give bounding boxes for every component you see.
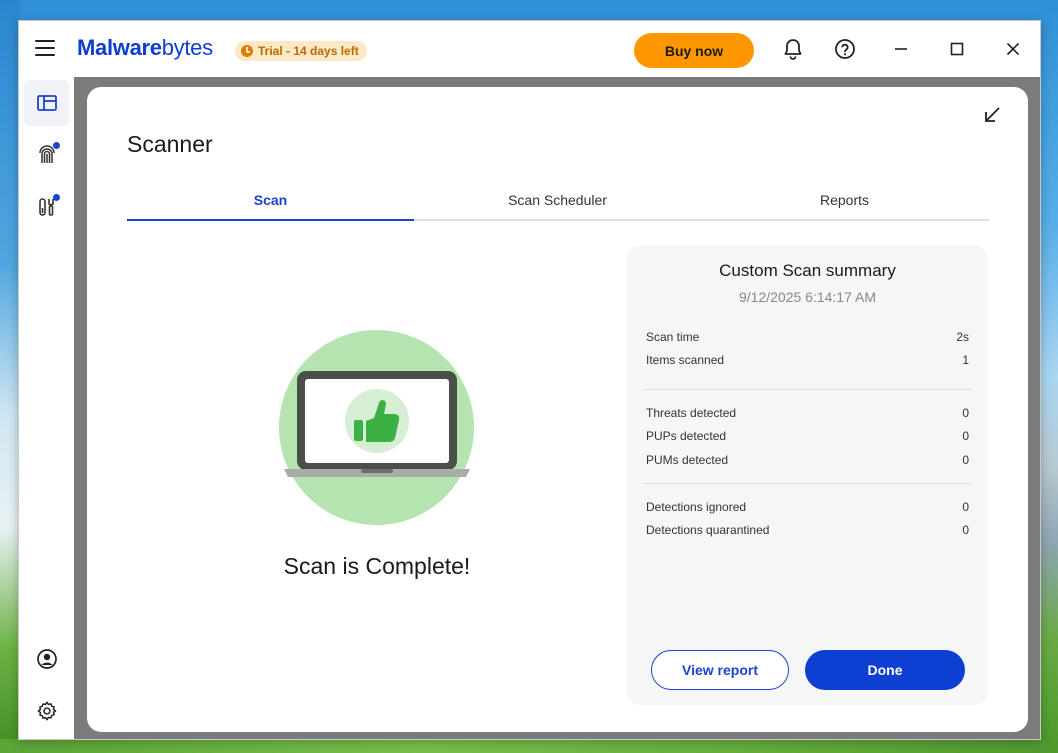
buy-now-button[interactable]: Buy now (634, 33, 754, 68)
row-label: Threats detected (646, 406, 737, 420)
bell-icon[interactable] (781, 37, 805, 61)
question-circle-icon[interactable] (833, 37, 857, 61)
trial-badge-label: Trial - 14 days left (258, 44, 359, 58)
sidebar-item-identity[interactable] (24, 132, 69, 178)
row-value: 1 (962, 353, 969, 367)
row-label: PUMs detected (646, 453, 729, 467)
laptop-thumbs-up-icon (279, 330, 474, 525)
sidebar-item-settings[interactable] (24, 688, 69, 734)
divider (643, 389, 972, 390)
gear-icon (37, 701, 56, 721)
notification-dot (53, 194, 60, 201)
scan-complete-message: Scan is Complete! (283, 553, 471, 579)
close-icon[interactable] (1001, 37, 1025, 61)
trial-badge[interactable]: Trial - 14 days left (235, 41, 367, 61)
brand-logo-bold: Malware (77, 35, 162, 60)
account-icon (36, 649, 57, 669)
tab-scan[interactable]: Scan (127, 187, 414, 221)
row-label: Items scanned (646, 353, 725, 367)
summary-row-pups: PUPs detected 0 (646, 429, 969, 447)
scanner-panel: Scanner Scan Scan Scheduler Reports Scan… (87, 87, 1028, 732)
divider (643, 483, 972, 484)
notification-dot (53, 142, 60, 149)
row-label: PUPs detected (646, 429, 727, 443)
row-label: Scan time (646, 330, 700, 344)
row-value: 0 (962, 406, 969, 420)
row-label: Detections quarantined (646, 523, 770, 537)
summary-row-scan-time: Scan time 2s (646, 330, 969, 348)
sidebar-item-account[interactable] (24, 636, 69, 682)
scan-summary-card: Custom Scan summary 9/12/2025 6:14:17 AM… (627, 245, 988, 705)
row-value: 0 (962, 500, 969, 514)
content-area: Scanner Scan Scan Scheduler Reports Scan… (74, 77, 1040, 739)
view-report-button[interactable]: View report (651, 650, 789, 690)
summary-row-items-scanned: Items scanned 1 (646, 353, 969, 371)
hamburger-icon[interactable] (35, 40, 55, 56)
summary-row-quarantined: Detections quarantined 0 (646, 523, 969, 541)
desktop-background-left (0, 0, 20, 753)
minimize-icon[interactable] (889, 37, 913, 61)
brand-logo: Malwarebytes (77, 35, 213, 61)
page-title: Scanner (127, 131, 213, 157)
row-value: 0 (962, 453, 969, 467)
sidebar-item-dashboard[interactable] (24, 80, 69, 126)
collapse-arrow-icon[interactable] (981, 104, 1003, 126)
row-value: 2s (956, 330, 969, 344)
clock-icon (241, 45, 253, 57)
app-window: Malwarebytes Trial - 14 days left Buy no… (18, 20, 1041, 740)
maximize-icon[interactable] (945, 37, 969, 61)
brand-logo-rest: bytes (161, 35, 213, 60)
summary-row-pums: PUMs detected 0 (646, 453, 969, 471)
sidebar (19, 77, 74, 739)
row-value: 0 (962, 429, 969, 443)
tab-scan-scheduler[interactable]: Scan Scheduler (414, 187, 701, 221)
row-label: Detections ignored (646, 500, 747, 514)
title-bar: Malwarebytes Trial - 14 days left Buy no… (19, 21, 1040, 77)
summary-title: Custom Scan summary (719, 261, 896, 280)
sidebar-item-tools[interactable] (24, 184, 69, 230)
row-value: 0 (962, 523, 969, 537)
summary-date: 9/12/2025 6:14:17 AM (739, 289, 876, 305)
tab-bar: Scan Scan Scheduler Reports (127, 187, 989, 221)
done-button[interactable]: Done (805, 650, 965, 690)
tab-reports[interactable]: Reports (701, 187, 988, 221)
desktop-background-bottom (0, 739, 1058, 753)
summary-row-ignored: Detections ignored 0 (646, 500, 969, 518)
summary-row-threats: Threats detected 0 (646, 406, 969, 424)
dashboard-icon (36, 95, 57, 111)
